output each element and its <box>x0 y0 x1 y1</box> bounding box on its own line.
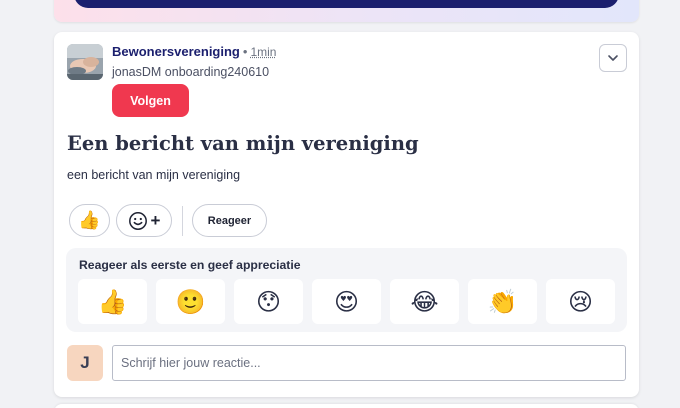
chevron-down-icon <box>608 55 618 61</box>
plus-icon: + <box>150 210 161 230</box>
organization-avatar[interactable] <box>67 44 103 80</box>
emoji-smile-button[interactable]: 🙂 <box>156 279 225 324</box>
author-name[interactable]: Bewonersvereniging <box>112 44 240 59</box>
like-button[interactable]: 👍 <box>69 204 110 237</box>
next-post-card <box>54 404 639 408</box>
post-meta: Bewonersvereniging • 1min <box>112 44 276 59</box>
post-options-button[interactable] <box>599 44 627 72</box>
post-title: Een bericht van mijn vereniging <box>67 132 419 155</box>
emoji-surprised-button[interactable]: 😯 <box>234 279 303 324</box>
emoji-tears-of-joy-button[interactable]: 😂 <box>390 279 459 324</box>
emoji-picker: 👍 🙂 😯 😍 😂 👏 😢 <box>78 279 615 324</box>
emoji-thumbs-up-button[interactable]: 👍 <box>78 279 147 324</box>
meta-separator: • <box>242 44 248 59</box>
post-body: een bericht van mijn vereniging <box>67 168 241 182</box>
post-subtitle: jonasDM onboarding240610 <box>112 65 270 79</box>
emoji-crying-button[interactable]: 😢 <box>546 279 615 324</box>
reaction-actions: 👍 + Reageer <box>69 204 289 238</box>
reaction-prompt-panel: Reageer als eerste en geef appreciatie 👍… <box>66 248 627 332</box>
emoji-heart-eyes-button[interactable]: 😍 <box>312 279 381 324</box>
previous-post-banner[interactable] <box>74 0 619 8</box>
add-reaction-button[interactable]: + <box>116 204 172 237</box>
post-card: Bewonersvereniging • 1min jonasDM onboardi… <box>54 32 639 397</box>
comment-input[interactable] <box>112 345 626 381</box>
thumbs-up-icon: 👍 <box>78 210 101 231</box>
follow-button[interactable]: Volgen <box>112 84 189 117</box>
smiley-icon <box>128 211 147 230</box>
actions-divider <box>182 206 183 236</box>
reaction-prompt-title: Reageer als eerste en geef appreciatie <box>79 258 301 272</box>
reply-button[interactable]: Reageer <box>192 204 267 237</box>
previous-post-card <box>54 0 639 22</box>
post-time[interactable]: 1min <box>250 45 276 59</box>
user-avatar: J <box>67 345 103 381</box>
emoji-clapping-button[interactable]: 👏 <box>468 279 537 324</box>
